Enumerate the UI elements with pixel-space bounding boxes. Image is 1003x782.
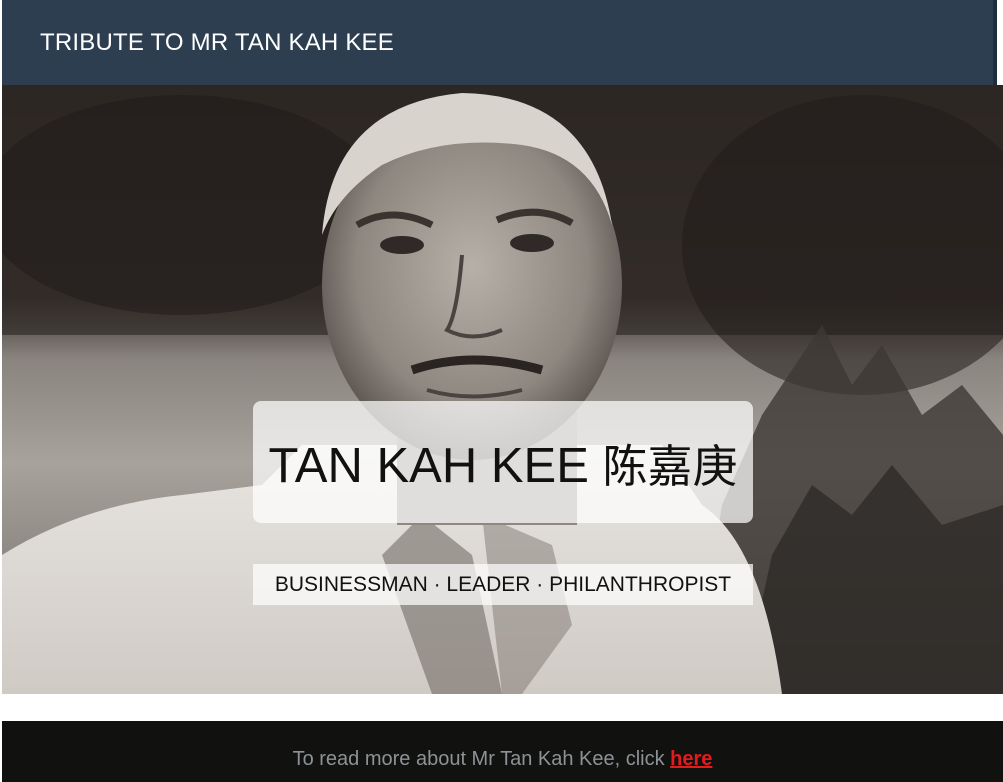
hero-name-chinese: 陈嘉庚 bbox=[602, 439, 738, 493]
hero-tagline: BUSINESSMAN · LEADER · PHILANTHROPIST bbox=[274, 572, 732, 596]
tagline-panel: BUSINESSMAN · LEADER · PHILANTHROPIST bbox=[253, 564, 753, 605]
name-panel: TAN KAH KEE 陈嘉庚 bbox=[253, 401, 753, 523]
hero-name-english: TAN KAH KEE bbox=[268, 438, 589, 493]
top-bar: TRIBUTE TO MR TAN KAH KEE bbox=[2, 0, 997, 85]
footer-message: To read more about Mr Tan Kah Kee, click… bbox=[2, 748, 1003, 771]
page: TRIBUTE TO MR TAN KAH KEE TAN KAH KEE 陈嘉… bbox=[0, 0, 1003, 782]
site-title[interactable]: TRIBUTE TO MR TAN KAH KEE bbox=[40, 29, 394, 57]
read-more-link[interactable]: here bbox=[670, 748, 712, 770]
hero-section: TAN KAH KEE 陈嘉庚 BUSINESSMAN · LEADER · P… bbox=[2, 85, 1003, 694]
footer: To read more about Mr Tan Kah Kee, click… bbox=[2, 721, 1003, 782]
footer-text: To read more about Mr Tan Kah Kee, click bbox=[292, 748, 665, 770]
hero-name: TAN KAH KEE 陈嘉庚 bbox=[268, 430, 737, 495]
